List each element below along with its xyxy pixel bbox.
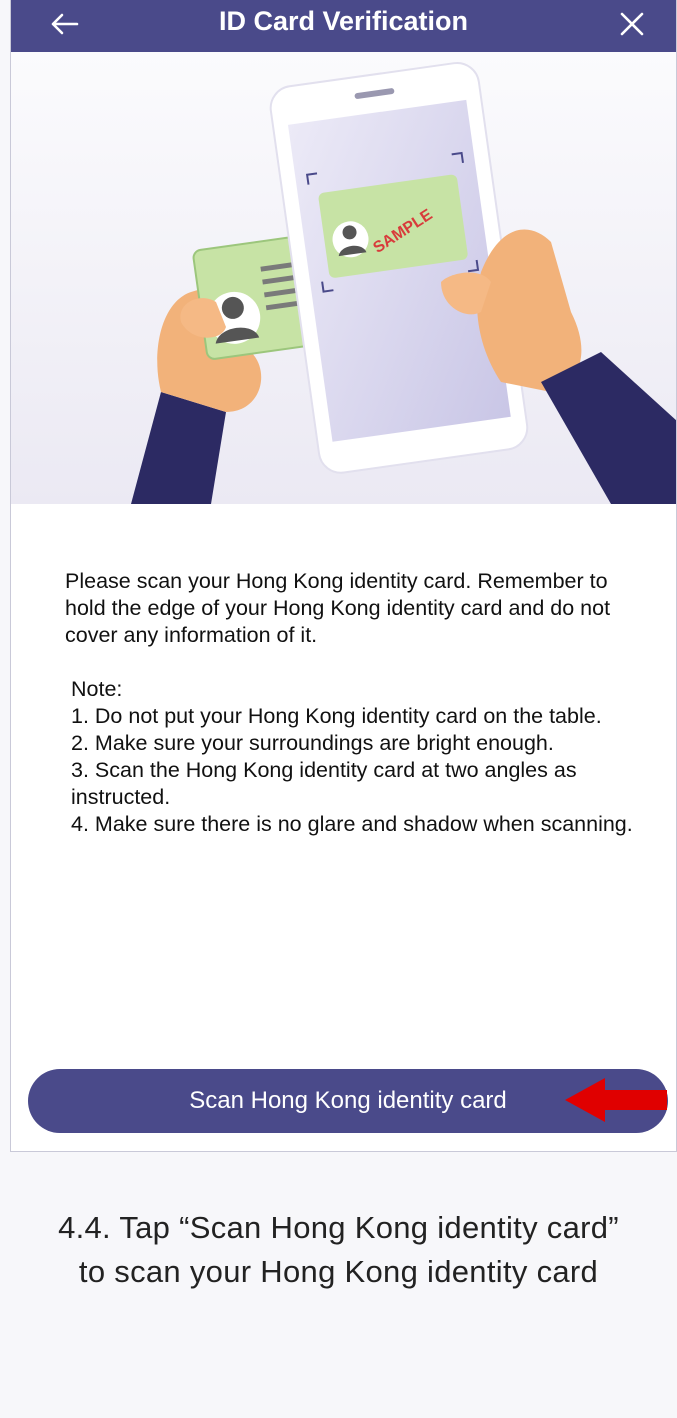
close-icon[interactable] [614, 6, 650, 42]
red-arrow-pointer-icon [565, 1078, 667, 1122]
top-navigation-bar: ID Card Verification [11, 0, 676, 52]
phone-screen: ID Card Verification SAMPLE Please scan … [10, 0, 677, 1152]
caption-line-2: to scan your Hong Kong identity card [78, 1254, 599, 1289]
caption-line-1: 4.4. Tap “Scan Hong Kong identity card” [58, 1210, 619, 1245]
instructions-text: Please scan your Hong Kong identity card… [65, 568, 645, 838]
note-item: 4. Make sure there is no glare and shado… [71, 812, 633, 836]
id-card-scanning-illustration: SAMPLE [11, 52, 676, 504]
note-item: 2. Make sure your surroundings are brigh… [71, 731, 554, 755]
note-item: 1. Do not put your Hong Kong identity ca… [71, 704, 602, 728]
note-title: Note: [71, 677, 123, 701]
instructions-intro: Please scan your Hong Kong identity card… [65, 569, 611, 647]
notes-section: Note: 1. Do not put your Hong Kong ident… [65, 676, 645, 838]
note-item: 3. Scan the Hong Kong identity card at t… [71, 758, 577, 809]
tutorial-caption: 4.4. Tap “Scan Hong Kong identity card” … [0, 1206, 677, 1294]
page-title: ID Card Verification [218, 6, 469, 36]
